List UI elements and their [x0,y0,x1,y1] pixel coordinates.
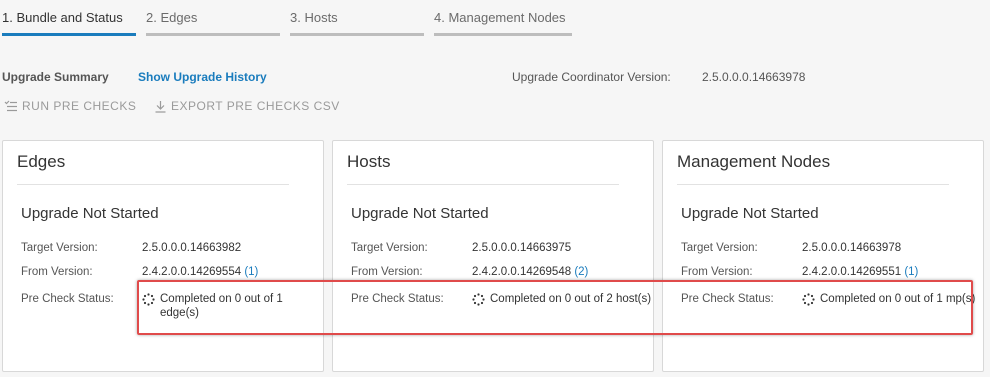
precheck-highlight-box [137,280,973,335]
upgrade-status: Upgrade Not Started [351,205,489,222]
from-version-label: From Version: [21,266,93,278]
card-title: Hosts [347,152,391,171]
tab-bundle-and-status-underline [2,33,136,36]
from-version-count-link[interactable]: (2) [574,266,588,278]
target-version-label: Target Version: [21,242,98,254]
tab-edges[interactable]: 2. Edges [146,10,197,25]
target-version-label: Target Version: [681,242,758,254]
tab-bundle-and-status[interactable]: 1. Bundle and Status [2,10,123,25]
run-pre-checks-label: RUN PRE CHECKS [22,99,137,113]
tab-hosts-underline [290,33,424,36]
management-nodes-card: Management Nodes Upgrade Not Started Tar… [662,140,984,372]
hosts-card: Hosts Upgrade Not Started Target Version… [332,140,654,372]
from-version-value: 2.4.2.0.0.14269548 (2) [472,266,588,278]
upgrade-status: Upgrade Not Started [681,205,819,222]
tab-management-nodes[interactable]: 4. Management Nodes [434,10,566,25]
coordinator-version-value: 2.5.0.0.0.14663978 [702,70,806,84]
target-version-value: 2.5.0.0.0.14663982 [142,242,242,254]
download-icon [154,100,167,113]
tab-management-nodes-underline [434,33,572,36]
show-upgrade-history-link[interactable]: Show Upgrade History [138,70,267,84]
upgrade-steps: 1. Bundle and Status 2. Edges 3. Hosts 4… [0,0,990,38]
card-title: Edges [17,152,66,171]
from-version-value: 2.4.2.0.0.14269554 (1) [142,266,258,278]
card-title: Management Nodes [677,152,831,171]
edges-card: Edges Upgrade Not Started Target Version… [2,140,324,372]
export-pre-checks-csv-button[interactable]: EXPORT PRE CHECKS CSV [154,99,340,113]
from-version-text: 2.4.2.0.0.14269554 [142,266,242,278]
card-divider [677,184,949,185]
from-version-text: 2.4.2.0.0.14269548 [472,266,572,278]
export-pre-checks-csv-label: EXPORT PRE CHECKS CSV [171,99,340,113]
from-version-text: 2.4.2.0.0.14269551 [802,266,902,278]
coordinator-version-label: Upgrade Coordinator Version: [512,70,671,84]
target-version-label: Target Version: [351,242,428,254]
tab-edges-underline [146,33,280,36]
checklist-icon [4,100,18,112]
from-version-count-link[interactable]: (1) [244,266,258,278]
from-version-value: 2.4.2.0.0.14269551 (1) [802,266,918,278]
from-version-label: From Version: [351,266,423,278]
from-version-label: From Version: [681,266,753,278]
upgrade-summary-title: Upgrade Summary [2,70,109,84]
tab-hosts[interactable]: 3. Hosts [290,10,338,25]
target-version-value: 2.5.0.0.0.14663975 [472,242,572,254]
card-divider [347,184,619,185]
upgrade-status: Upgrade Not Started [21,205,159,222]
precheck-status-label: Pre Check Status: [21,293,114,305]
target-version-value: 2.5.0.0.0.14663978 [802,242,902,254]
run-pre-checks-button[interactable]: RUN PRE CHECKS [4,99,136,113]
from-version-count-link[interactable]: (1) [904,266,918,278]
card-divider [17,184,289,185]
